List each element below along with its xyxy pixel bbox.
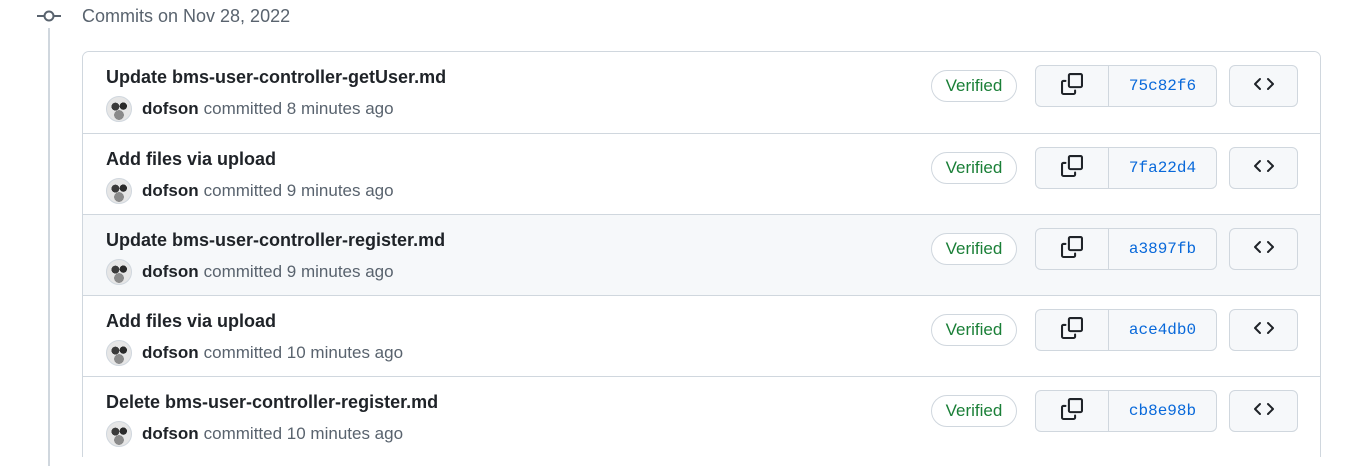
commit-meta: dofson committed 10 minutes ago (106, 340, 403, 366)
author-link[interactable]: dofson (142, 99, 199, 119)
copy-sha-button[interactable] (1036, 229, 1109, 269)
author-link[interactable]: dofson (142, 343, 199, 363)
verified-badge[interactable]: Verified (931, 152, 1017, 184)
browse-repo-button[interactable] (1229, 147, 1298, 189)
author-link[interactable]: dofson (142, 262, 199, 282)
verified-badge[interactable]: Verified (931, 314, 1017, 346)
sha-button-group: 7fa22d4 (1035, 147, 1217, 189)
commit-sha-link[interactable]: a3897fb (1109, 229, 1216, 269)
commit-title-link[interactable]: Add files via upload (106, 149, 276, 170)
sha-button-group: 75c82f6 (1035, 65, 1217, 107)
commit-meta: dofson committed 9 minutes ago (106, 259, 394, 285)
author-avatar[interactable] (106, 259, 132, 285)
code-icon (1253, 401, 1275, 422)
code-icon (1253, 320, 1275, 341)
copy-sha-button[interactable] (1036, 310, 1109, 350)
commit-sha-link[interactable]: 75c82f6 (1109, 66, 1216, 106)
commit-list: Update bms-user-controller-getUser.md do… (82, 51, 1321, 457)
commit-time: committed 9 minutes ago (203, 181, 394, 200)
browse-repo-button[interactable] (1229, 309, 1298, 351)
commit-title-link[interactable]: Delete bms-user-controller-register.md (106, 392, 438, 413)
author-avatar[interactable] (106, 421, 132, 447)
author-avatar[interactable] (106, 96, 132, 122)
author-avatar[interactable] (106, 340, 132, 366)
commit-row: Update bms-user-controller-getUser.md do… (83, 52, 1320, 133)
commit-row: Update bms-user-controller-register.md d… (83, 214, 1320, 295)
copy-sha-button[interactable] (1036, 148, 1109, 188)
author-link[interactable]: dofson (142, 181, 199, 201)
author-avatar[interactable] (106, 178, 132, 204)
commit-time: committed 8 minutes ago (203, 99, 394, 118)
browse-repo-button[interactable] (1229, 228, 1298, 270)
verified-badge[interactable]: Verified (931, 233, 1017, 265)
code-icon (1253, 239, 1275, 260)
commit-time: committed 10 minutes ago (203, 424, 404, 443)
commit-title-link[interactable]: Update bms-user-controller-register.md (106, 230, 445, 251)
commit-meta: dofson committed 9 minutes ago (106, 178, 394, 204)
commit-meta: dofson committed 8 minutes ago (106, 96, 394, 122)
commit-meta: dofson committed 10 minutes ago (106, 421, 403, 447)
copy-icon (1061, 397, 1083, 425)
commit-time: committed 9 minutes ago (203, 262, 394, 281)
commit-group-header: Commits on Nov 28, 2022 (36, 4, 290, 28)
verified-badge[interactable]: Verified (931, 70, 1017, 102)
commit-title-link[interactable]: Update bms-user-controller-getUser.md (106, 67, 446, 88)
git-commit-icon (36, 4, 62, 28)
commit-sha-link[interactable]: 7fa22d4 (1109, 148, 1216, 188)
code-icon (1253, 158, 1275, 179)
commit-sha-link[interactable]: cb8e98b (1109, 391, 1216, 431)
copy-icon (1061, 72, 1083, 100)
timeline-line (48, 26, 50, 466)
commit-group-title: Commits on Nov 28, 2022 (82, 5, 291, 26)
sha-button-group: a3897fb (1035, 228, 1217, 270)
author-link[interactable]: dofson (142, 424, 199, 444)
copy-sha-button[interactable] (1036, 391, 1109, 431)
commit-row: Delete bms-user-controller-register.md d… (83, 376, 1320, 457)
verified-badge[interactable]: Verified (931, 395, 1017, 427)
commit-row: Add files via upload dofson committed 10… (83, 295, 1320, 376)
code-icon (1253, 76, 1275, 97)
browse-repo-button[interactable] (1229, 65, 1298, 107)
copy-sha-button[interactable] (1036, 66, 1109, 106)
commit-time: committed 10 minutes ago (203, 343, 404, 362)
commit-row: Add files via upload dofson committed 9 … (83, 133, 1320, 214)
copy-icon (1061, 154, 1083, 182)
sha-button-group: cb8e98b (1035, 390, 1217, 432)
browse-repo-button[interactable] (1229, 390, 1298, 432)
sha-button-group: ace4db0 (1035, 309, 1217, 351)
commit-sha-link[interactable]: ace4db0 (1109, 310, 1216, 350)
copy-icon (1061, 316, 1083, 344)
commit-title-link[interactable]: Add files via upload (106, 311, 276, 332)
copy-icon (1061, 235, 1083, 263)
